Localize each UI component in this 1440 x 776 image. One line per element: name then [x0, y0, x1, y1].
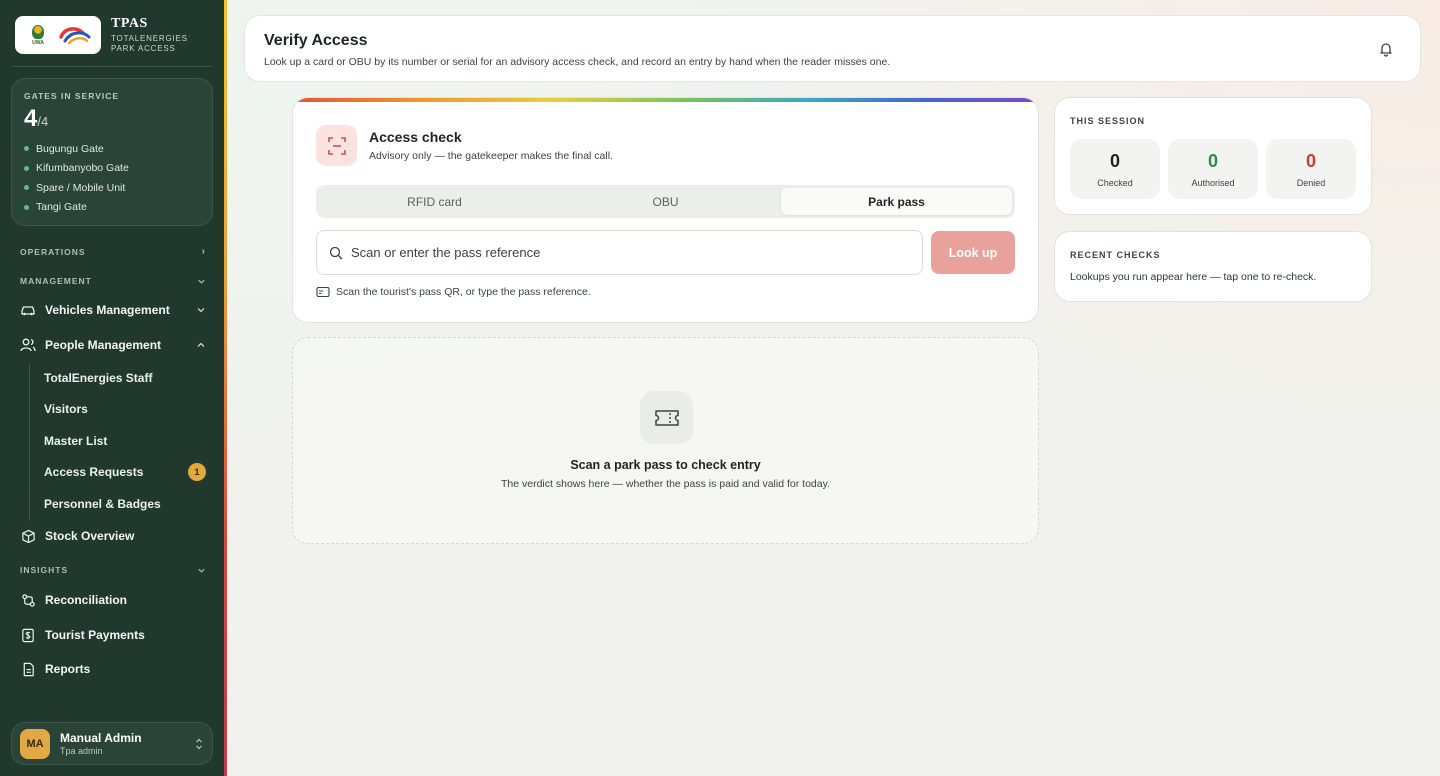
- recent-checks-card: RECENT CHECKS Lookups you run appear her…: [1054, 231, 1372, 302]
- user-menu[interactable]: MA Manual Admin Tpa admin: [11, 722, 213, 765]
- chevron-down-icon: [198, 568, 205, 573]
- users-icon: [20, 337, 36, 353]
- card-icon: [316, 286, 330, 298]
- gate-item: Spare / Mobile Unit: [24, 178, 200, 198]
- page-header: Verify Access Look up a card or OBU by i…: [244, 15, 1421, 82]
- recent-label: RECENT CHECKS: [1070, 250, 1161, 260]
- dollar-receipt-icon: [20, 627, 36, 643]
- scan-hint: Scan the tourist's pass QR, or type the …: [316, 286, 591, 298]
- session-label: THIS SESSION: [1070, 116, 1146, 126]
- chevrons-up-down-icon: [196, 738, 202, 749]
- brand-divider: [12, 66, 212, 67]
- this-session-card: THIS SESSION 0 Checked 0 Authorised 0 De…: [1054, 97, 1372, 215]
- gate-item: Tangi Gate: [24, 198, 200, 218]
- stat-authorised: 0 Authorised: [1168, 139, 1258, 199]
- scan-frame-icon: [316, 125, 357, 166]
- avatar: MA: [20, 728, 50, 759]
- pass-reference-field[interactable]: [316, 230, 923, 275]
- user-name: Manual Admin: [60, 731, 142, 745]
- page-title: Verify Access: [264, 32, 368, 49]
- nav-sub-access-requests[interactable]: Access Requests 1: [44, 460, 206, 484]
- access-check-card: Access check Advisory only — the gatekee…: [292, 97, 1039, 323]
- status-dot-icon: [24, 185, 29, 191]
- nav-section-insights[interactable]: INSIGHTS: [20, 565, 206, 575]
- nav-item-reconciliation[interactable]: Reconciliation: [20, 587, 206, 613]
- status-dot-icon: [24, 165, 29, 171]
- pass-reference-input[interactable]: [350, 245, 910, 260]
- nav-section-management[interactable]: MANAGEMENT: [20, 276, 206, 286]
- check-type-tabs: RFID card OBU Park pass: [316, 185, 1015, 218]
- search-icon: [329, 246, 343, 259]
- gates-label: GATES IN SERVICE: [24, 91, 120, 101]
- access-requests-badge: 1: [188, 463, 206, 481]
- document-icon: [20, 661, 36, 677]
- empty-state-description: The verdict shows here — whether the pas…: [501, 478, 830, 490]
- empty-state-title: Scan a park pass to check entry: [570, 458, 761, 472]
- page-description: Look up a card or OBU by its number or s…: [264, 56, 891, 68]
- nav-item-vehicles-management[interactable]: Vehicles Management: [20, 297, 206, 323]
- nav-sub-totalenergies-staff[interactable]: TotalEnergies Staff: [44, 366, 206, 390]
- brand-subtitle-1: TOTALENERGIES: [111, 34, 188, 43]
- ticket-icon: [640, 391, 693, 444]
- brand-title: TPAS: [111, 16, 148, 31]
- gates-count: 4/4: [24, 105, 49, 132]
- gate-item: Kifumbanyobo Gate: [24, 159, 200, 179]
- brand-subtitle-2: PARK ACCESS: [111, 44, 176, 53]
- brand[interactable]: UWA TPAS TOTALENERGIES PARK ACCESS: [15, 16, 188, 54]
- nav-sub-visitors[interactable]: Visitors: [44, 397, 206, 421]
- totalenergies-logo-icon: [59, 27, 91, 45]
- stat-denied: 0 Denied: [1266, 139, 1356, 199]
- user-role: Tpa admin: [60, 746, 103, 756]
- access-check-title: Access check: [369, 129, 462, 145]
- tab-rfid-card[interactable]: RFID card: [319, 188, 550, 215]
- nav-section-operations[interactable]: OPERATIONS ›: [20, 246, 206, 257]
- uwa-logo-icon: UWA: [23, 20, 53, 50]
- stat-checked: 0 Checked: [1070, 139, 1160, 199]
- box-icon: [20, 528, 36, 544]
- status-dot-icon: [24, 204, 29, 210]
- gate-item: Bugungu Gate: [24, 139, 200, 159]
- chevron-down-icon: [197, 308, 205, 313]
- tab-obu[interactable]: OBU: [550, 188, 781, 215]
- nav-sub-master-list[interactable]: Master List: [44, 429, 206, 453]
- nav-item-reports[interactable]: Reports: [20, 656, 206, 682]
- sidebar: UWA TPAS TOTALENERGIES PARK ACCESS GATES…: [0, 0, 224, 776]
- nav-item-stock-overview[interactable]: Stock Overview: [20, 523, 206, 549]
- rainbow-bar: [293, 98, 1038, 102]
- nav-item-people-management[interactable]: People Management: [20, 332, 206, 358]
- nav-item-tourist-payments[interactable]: Tourist Payments: [20, 622, 206, 648]
- look-up-button[interactable]: Look up: [931, 231, 1015, 274]
- reconcile-icon: [20, 592, 36, 608]
- session-stats: 0 Checked 0 Authorised 0 Denied: [1070, 139, 1356, 199]
- brand-logos: UWA: [15, 16, 101, 54]
- nav-sub-personnel-badges[interactable]: Personnel & Badges: [44, 492, 206, 516]
- status-dot-icon: [24, 146, 29, 152]
- gates-in-service-card: GATES IN SERVICE 4/4 Bugungu Gate Kifumb…: [11, 78, 213, 226]
- chevron-down-icon: [198, 279, 205, 284]
- bell-icon[interactable]: [1378, 41, 1394, 57]
- verdict-empty-state: Scan a park pass to check entry The verd…: [292, 337, 1039, 544]
- recent-description: Lookups you run appear here — tap one to…: [1070, 271, 1317, 283]
- access-check-subtitle: Advisory only — the gatekeeper makes the…: [369, 150, 613, 162]
- tab-park-pass[interactable]: Park pass: [781, 188, 1012, 215]
- submenu-line: [29, 364, 30, 521]
- gate-list: Bugungu Gate Kifumbanyobo Gate Spare / M…: [24, 139, 200, 217]
- chevron-up-icon: [197, 342, 205, 347]
- car-icon: [20, 302, 36, 318]
- chevron-right-icon: ›: [201, 246, 206, 257]
